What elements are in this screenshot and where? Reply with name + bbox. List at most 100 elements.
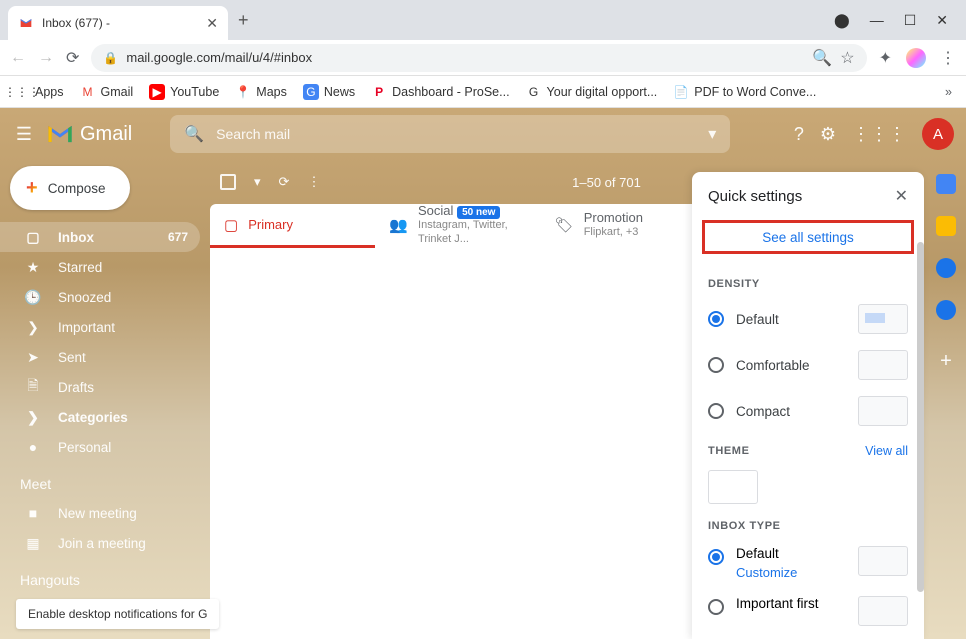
bookmark-apps[interactable]: ⋮⋮⋮Apps <box>14 84 64 100</box>
primary-tab-icon: ▢ <box>224 216 238 234</box>
zoom-icon[interactable]: 🔍 <box>812 48 832 68</box>
bookmark-dashboard[interactable]: PDashboard - ProSe... <box>371 84 509 100</box>
bookmark-gmail[interactable]: MGmail <box>80 84 134 100</box>
drafts-icon: 🗎 <box>24 375 42 399</box>
compose-button[interactable]: + Compose <box>10 166 130 210</box>
select-dropdown-icon[interactable]: ▾ <box>254 174 261 190</box>
clock-icon: 🕒 <box>24 289 42 306</box>
bookmarks-overflow-icon[interactable]: » <box>945 85 952 99</box>
density-preview <box>858 396 908 426</box>
news-icon: G <box>303 84 319 100</box>
browser-tab[interactable]: Inbox (677) - ✕ <box>8 6 228 40</box>
extensions-icon[interactable]: ✦ <box>879 48 892 68</box>
maps-icon: 📍 <box>235 84 251 100</box>
main-pane: ▾ ⟳ ⋮ 1–50 of 701 ‹ › ⌨ ▢ Primary 👥 Soci… <box>200 160 966 639</box>
density-comfortable[interactable]: Comfortable <box>692 342 924 388</box>
radio-icon <box>708 549 724 565</box>
select-all-checkbox[interactable] <box>220 174 236 190</box>
view-all-themes-link[interactable]: View all <box>865 444 908 458</box>
search-input[interactable] <box>216 126 696 142</box>
apps-grid-icon[interactable]: ⋮⋮⋮ <box>852 124 906 145</box>
important-icon: ❯ <box>24 319 42 336</box>
close-window-button[interactable]: ✕ <box>936 12 948 29</box>
tab-social[interactable]: 👥 Social 50 new Instagram, Twitter, Trin… <box>375 204 540 248</box>
forward-button[interactable]: → <box>38 49 54 67</box>
minimize-button[interactable]: — <box>870 12 884 29</box>
density-compact[interactable]: Compact <box>692 388 924 434</box>
customize-link[interactable]: Customize <box>736 565 797 580</box>
density-default[interactable]: Default <box>692 296 924 342</box>
tab-title: Inbox (677) - <box>42 16 198 30</box>
panel-scrollbar[interactable] <box>917 242 924 592</box>
promotions-tab-icon: 🏷 <box>555 216 574 234</box>
url-input[interactable]: 🔒 mail.google.com/mail/u/4/#inbox 🔍 ☆ <box>91 44 866 72</box>
youtube-icon: ▶ <box>149 84 165 100</box>
search-icon: 🔍 <box>184 124 204 144</box>
sidebar: + Compose ▢Inbox677 ★Starred 🕒Snoozed ❯I… <box>0 160 200 639</box>
sidebar-item-personal[interactable]: ●Personal <box>0 432 200 462</box>
calendar-icon[interactable] <box>936 174 956 194</box>
support-icon[interactable]: ? <box>794 124 804 145</box>
chrome-profile-avatar[interactable] <box>906 48 926 68</box>
see-all-settings-button[interactable]: See all settings <box>702 220 914 254</box>
bookmark-youtube[interactable]: ▶YouTube <box>149 84 219 100</box>
reload-button[interactable]: ⟳ <box>66 48 79 68</box>
gmail-product-name: Gmail <box>80 123 132 146</box>
theme-thumbnail[interactable] <box>708 470 758 504</box>
radio-icon <box>708 403 724 419</box>
tasks-icon[interactable] <box>936 258 956 278</box>
tab-promotions[interactable]: 🏷 Promotion Flipkart, +3 <box>541 204 706 248</box>
label-icon: ● <box>24 439 42 455</box>
pdf-icon: 📄 <box>673 84 689 100</box>
browser-tab-strip: Inbox (677) - ✕ + ⬤ — ☐ ✕ <box>0 0 966 40</box>
keep-icon[interactable] <box>936 216 956 236</box>
sidebar-item-starred[interactable]: ★Starred <box>0 252 200 282</box>
new-tab-button[interactable]: + <box>238 10 249 31</box>
inbox-type-default[interactable]: DefaultCustomize <box>692 538 924 588</box>
address-bar: ← → ⟳ 🔒 mail.google.com/mail/u/4/#inbox … <box>0 40 966 76</box>
settings-gear-icon[interactable]: ⚙ <box>820 124 836 145</box>
bookmark-news[interactable]: GNews <box>303 84 355 100</box>
maximize-button[interactable]: ☐ <box>904 12 917 29</box>
chevron-right-icon: ❯ <box>24 409 42 426</box>
sidebar-item-inbox[interactable]: ▢Inbox677 <box>0 222 200 252</box>
density-preview <box>858 350 908 380</box>
density-heading: DENSITY <box>692 268 924 296</box>
contacts-icon[interactable] <box>936 300 956 320</box>
bookmark-digital[interactable]: GYour digital opport... <box>526 84 658 100</box>
notification-banner[interactable]: Enable desktop notifications for G <box>16 599 219 629</box>
social-badge: 50 new <box>457 206 500 219</box>
sidebar-item-important[interactable]: ❯Important <box>0 312 200 342</box>
lock-icon: 🔒 <box>103 51 118 65</box>
social-tab-icon: 👥 <box>389 216 408 234</box>
compose-label: Compose <box>48 181 106 196</box>
sidebar-item-drafts[interactable]: 🗎Drafts <box>0 372 200 402</box>
close-icon[interactable]: ✕ <box>895 186 908 206</box>
chrome-menu-icon[interactable]: ⋮ <box>940 48 956 68</box>
bookmark-pdf[interactable]: 📄PDF to Word Conve... <box>673 84 816 100</box>
sidebar-item-sent[interactable]: ➤Sent <box>0 342 200 372</box>
more-icon[interactable]: ⋮ <box>307 174 320 190</box>
inbox-icon: ▢ <box>24 229 42 246</box>
search-options-icon[interactable]: ▾ <box>708 124 716 144</box>
star-icon[interactable]: ☆ <box>840 48 854 68</box>
pagination-range: 1–50 of 701 <box>572 175 641 190</box>
gmail-logo[interactable]: Gmail <box>46 123 132 146</box>
hangouts-heading: Hangouts <box>0 558 200 594</box>
back-button[interactable]: ← <box>10 49 26 67</box>
account-avatar[interactable]: A <box>922 118 954 150</box>
add-addon-icon[interactable]: + <box>940 350 952 373</box>
sidebar-item-categories[interactable]: ❯Categories <box>0 402 200 432</box>
refresh-icon[interactable]: ⟳ <box>279 174 290 190</box>
tab-primary[interactable]: ▢ Primary <box>210 204 375 248</box>
tab-close-icon[interactable]: ✕ <box>206 15 218 32</box>
inbox-type-important-first[interactable]: Important first <box>692 588 924 634</box>
inbox-preview <box>858 596 908 626</box>
sidebar-item-join-meeting[interactable]: ▦Join a meeting <box>0 528 200 558</box>
search-box[interactable]: 🔍 ▾ <box>170 115 730 153</box>
main-menu-icon[interactable]: ☰ <box>12 124 36 145</box>
gmail-icon: M <box>80 84 96 100</box>
bookmark-maps[interactable]: 📍Maps <box>235 84 287 100</box>
sidebar-item-snoozed[interactable]: 🕒Snoozed <box>0 282 200 312</box>
sidebar-item-new-meeting[interactable]: ■New meeting <box>0 498 200 528</box>
